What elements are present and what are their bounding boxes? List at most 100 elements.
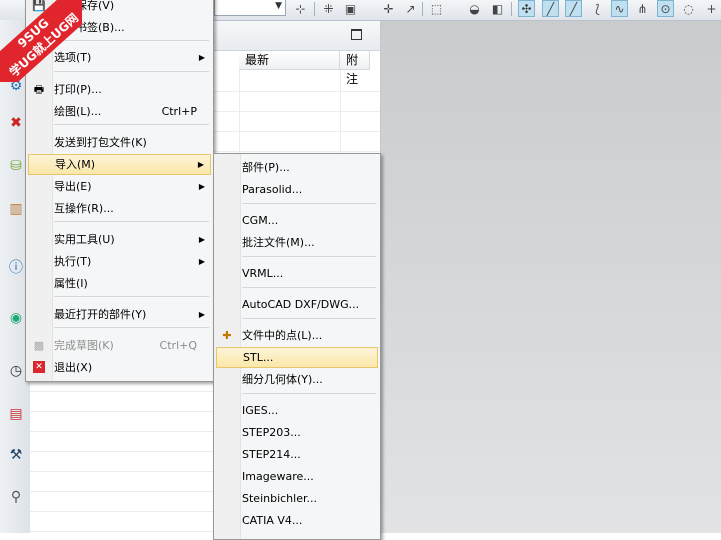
submenu-arrow-icon: ▶ bbox=[198, 310, 205, 319]
menu-item-label: Steinbichler... bbox=[242, 492, 317, 505]
submenu-arrow-icon: ▶ bbox=[198, 257, 205, 266]
menu-item-label: 实用工具(U) bbox=[54, 233, 115, 246]
menu-item-autocad[interactable]: AutoCAD DXF/DWG... bbox=[216, 294, 378, 315]
toolbar-separator bbox=[422, 2, 423, 16]
menu-item-import[interactable]: 导入(M) ▶ bbox=[28, 154, 211, 175]
menu-item-label: 细分几何体(Y)... bbox=[242, 373, 323, 386]
submenu-arrow-icon: ▶ bbox=[197, 160, 204, 169]
history-clock-icon[interactable]: ◷ bbox=[5, 360, 27, 382]
part-navigator-icon[interactable]: ⛁ bbox=[5, 155, 27, 177]
menu-item-label: CATIA V4... bbox=[242, 514, 303, 527]
plus-icon[interactable]: + bbox=[703, 0, 720, 17]
menu-item-recent-parts[interactable]: 最近打开的部件(Y) ▶ bbox=[28, 304, 211, 325]
menu-separator bbox=[54, 221, 209, 222]
menu-item-label: 互操作(R)... bbox=[54, 202, 114, 215]
shade-icon[interactable]: ◒ bbox=[466, 0, 483, 17]
process-studio-icon[interactable]: ⚒ bbox=[5, 444, 27, 466]
toolbar-dropdown[interactable]: ▼ bbox=[214, 0, 286, 16]
menu-item-label: STL... bbox=[243, 351, 274, 364]
constraint-navigator-icon[interactable]: ✖ bbox=[5, 112, 27, 134]
menu-item-label: CGM... bbox=[242, 214, 279, 227]
web-browser-icon[interactable]: ◉ bbox=[5, 307, 27, 329]
menu-item-facet-body[interactable]: 细分几何体(Y)... bbox=[216, 369, 378, 390]
line-snap-icon[interactable]: ╱ bbox=[542, 0, 559, 17]
menu-item-step203[interactable]: STEP203... bbox=[216, 422, 378, 443]
finish-sketch-icon: ▩ bbox=[33, 339, 45, 352]
menu-item-label: 批注文件(M)... bbox=[242, 236, 315, 249]
menu-item-cgm[interactable]: CGM... bbox=[216, 210, 378, 231]
menu-item-label: 文件中的点(L)... bbox=[242, 329, 323, 342]
menu-item-execute[interactable]: 执行(T) ▶ bbox=[28, 251, 211, 272]
menu-separator bbox=[242, 318, 376, 319]
roles-icon[interactable]: ⚲ bbox=[5, 486, 27, 508]
menu-item-utilities[interactable]: 实用工具(U) ▶ bbox=[28, 229, 211, 250]
menu-item-steinbichler[interactable]: Steinbichler... bbox=[216, 488, 378, 509]
quadrant-icon[interactable]: ◌ bbox=[680, 0, 697, 17]
menu-item-catia-v4[interactable]: CATIA V4... bbox=[216, 510, 378, 531]
menu-item-label: 绘图(L)... bbox=[54, 105, 102, 118]
view-triad-icon[interactable]: ⊹ bbox=[292, 0, 309, 17]
menu-item-part[interactable]: 部件(P)... bbox=[216, 157, 378, 178]
menu-separator bbox=[54, 124, 209, 125]
menu-shortcut: Ctrl+P bbox=[161, 105, 197, 118]
menu-item-parasolid[interactable]: Parasolid... bbox=[216, 179, 378, 200]
plus-snap-icon[interactable]: ✛ bbox=[380, 0, 397, 17]
menu-item-label: AutoCAD DXF/DWG... bbox=[242, 298, 360, 311]
submenu-arrow-icon: ▶ bbox=[198, 182, 205, 191]
menu-item-print[interactable]: 🖶 打印(P)... bbox=[28, 79, 211, 100]
menu-item-label: 属性(I) bbox=[54, 277, 88, 290]
maximize-icon[interactable] bbox=[351, 29, 362, 40]
column-header-latest[interactable]: 最新 bbox=[239, 51, 340, 70]
palette-icon[interactable]: ▤ bbox=[5, 403, 27, 425]
menu-separator bbox=[242, 203, 376, 204]
menu-item-label: 部件(P)... bbox=[242, 161, 290, 174]
curve-select-icon[interactable]: ↗ bbox=[402, 0, 419, 17]
menu-item-label: 完成草图(K) bbox=[54, 339, 114, 352]
menu-separator bbox=[242, 287, 376, 288]
intersect-icon[interactable]: ∿ bbox=[611, 0, 628, 17]
tangent-icon[interactable]: ⋔ bbox=[634, 0, 651, 17]
menu-item-label: STEP203... bbox=[242, 426, 301, 439]
center-icon[interactable]: ⊙ bbox=[657, 0, 674, 17]
menu-item-label: 退出(X) bbox=[54, 361, 93, 374]
menu-item-label: 导出(E) bbox=[54, 180, 92, 193]
exit-icon: ✕ bbox=[33, 361, 45, 373]
menu-item-exit[interactable]: ✕ 退出(X) bbox=[28, 357, 211, 378]
point-snap-icon[interactable]: ✣ bbox=[518, 0, 535, 17]
arc-snap-icon[interactable]: ╱ bbox=[565, 0, 582, 17]
menu-item-interoperate[interactable]: 互操作(R)... bbox=[28, 198, 211, 219]
menu-shortcut: Ctrl+Q bbox=[159, 339, 197, 352]
info-icon[interactable]: ⓘ bbox=[5, 256, 27, 278]
column-header-note[interactable]: 附注 bbox=[340, 51, 370, 86]
box-select-icon[interactable]: ⬚ bbox=[428, 0, 445, 17]
import-submenu: 部件(P)... Parasolid... CGM... 批注文件(M)... … bbox=[213, 153, 381, 540]
menu-item-step214[interactable]: STEP214... bbox=[216, 444, 378, 465]
menu-item-plot[interactable]: 绘图(L)... Ctrl+P bbox=[28, 101, 211, 122]
menu-item-label: 发送到打包文件(K) bbox=[54, 136, 147, 149]
points-file-icon: ✚ bbox=[222, 329, 232, 342]
menu-separator bbox=[242, 256, 376, 257]
menu-item-label: VRML... bbox=[242, 267, 284, 280]
menu-item-points-from-file[interactable]: ✚ 文件中的点(L)... bbox=[216, 325, 378, 346]
toolbar-separator bbox=[314, 2, 315, 16]
cube-icon[interactable]: ◧ bbox=[489, 0, 506, 17]
menu-item-stl[interactable]: STL... bbox=[216, 347, 378, 368]
menu-item-annotation-file[interactable]: 批注文件(M)... bbox=[216, 232, 378, 253]
menu-item-imageware[interactable]: Imageware... bbox=[216, 466, 378, 487]
reuse-library-icon[interactable]: ▥ bbox=[5, 198, 27, 220]
menu-item-export[interactable]: 导出(E) ▶ bbox=[28, 176, 211, 197]
menu-item-properties[interactable]: 属性(I) bbox=[28, 273, 211, 294]
menu-item-vrml[interactable]: VRML... bbox=[216, 263, 378, 284]
snap-icon[interactable]: ⁜ bbox=[320, 0, 337, 17]
curve-snap-icon[interactable]: ⟅ bbox=[589, 0, 606, 17]
menu-item-send-to-package[interactable]: 发送到打包文件(K) bbox=[28, 132, 211, 153]
menu-item-finish-sketch[interactable]: ▩ 完成草图(K) Ctrl+Q bbox=[28, 335, 211, 356]
graphics-window[interactable] bbox=[380, 21, 721, 533]
watermark-band: 9SUG 学UG就上UG网 bbox=[0, 0, 82, 82]
select-filter-icon[interactable]: ▣ bbox=[342, 0, 359, 17]
submenu-arrow-icon: ▶ bbox=[198, 235, 205, 244]
menu-item-label: 执行(T) bbox=[54, 255, 92, 268]
menu-item-label: Parasolid... bbox=[242, 183, 303, 196]
menu-item-iges[interactable]: IGES... bbox=[216, 400, 378, 421]
menu-separator bbox=[54, 296, 209, 297]
